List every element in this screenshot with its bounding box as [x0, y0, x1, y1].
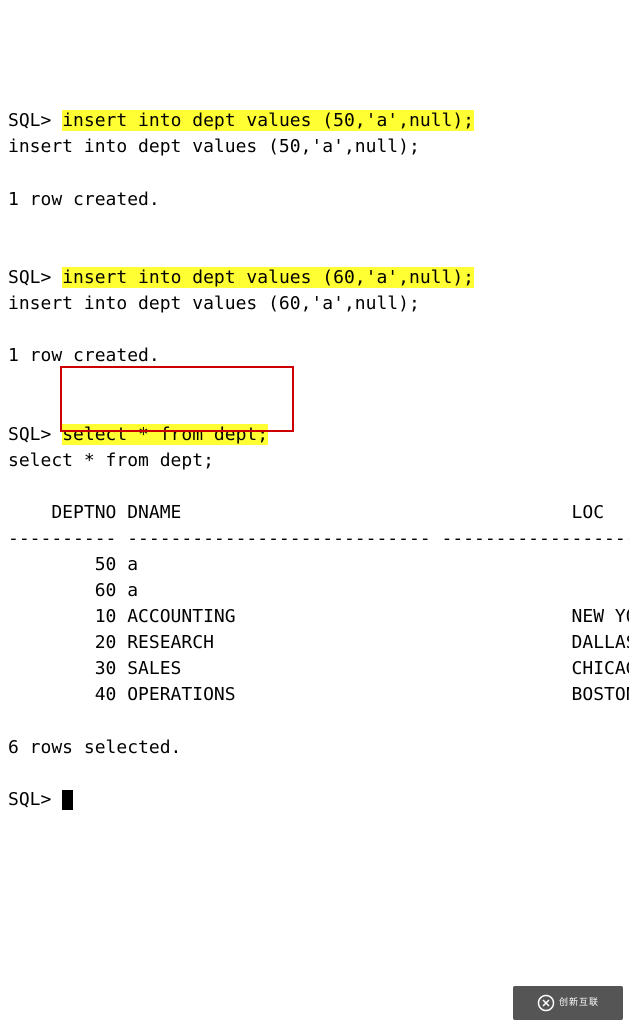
echo-insert-1: insert into dept values (50,'a',null); — [8, 136, 420, 157]
echo-select: select * from dept; — [8, 450, 214, 471]
watermark-text: 创新互联 — [559, 996, 599, 1009]
logo-icon — [537, 994, 555, 1012]
highlight-box — [60, 366, 294, 432]
rows-selected: 6 rows selected. — [8, 737, 181, 758]
sql-prompt: SQL> — [8, 110, 51, 131]
command-select: select * from dept; — [62, 424, 268, 445]
table-header: DEPTNO DNAME LOC — [8, 502, 604, 523]
table-row: 50 a — [8, 554, 138, 575]
echo-insert-2: insert into dept values (60,'a',null); — [8, 293, 420, 314]
table-separator: ---------- ---------------------------- … — [8, 528, 629, 549]
result-2: 1 row created. — [8, 345, 160, 366]
table-row: 60 a — [8, 580, 138, 601]
command-insert-2: insert into dept values (60,'a',null); — [62, 267, 474, 288]
sql-prompt: SQL> — [8, 424, 51, 445]
result-1: 1 row created. — [8, 189, 160, 210]
command-insert-1: insert into dept values (50,'a',null); — [62, 110, 474, 131]
watermark-badge: 创新互联 — [513, 986, 623, 1020]
table-row: 20 RESEARCH DALLAS — [8, 632, 629, 653]
table-row: 40 OPERATIONS BOSTON — [8, 684, 629, 705]
table-row: 10 ACCOUNTING NEW YORK — [8, 606, 629, 627]
table-row: 30 SALES CHICAGO — [8, 658, 629, 679]
sql-prompt: SQL> — [8, 789, 51, 810]
cursor-icon[interactable] — [62, 790, 73, 810]
sql-prompt: SQL> — [8, 267, 51, 288]
